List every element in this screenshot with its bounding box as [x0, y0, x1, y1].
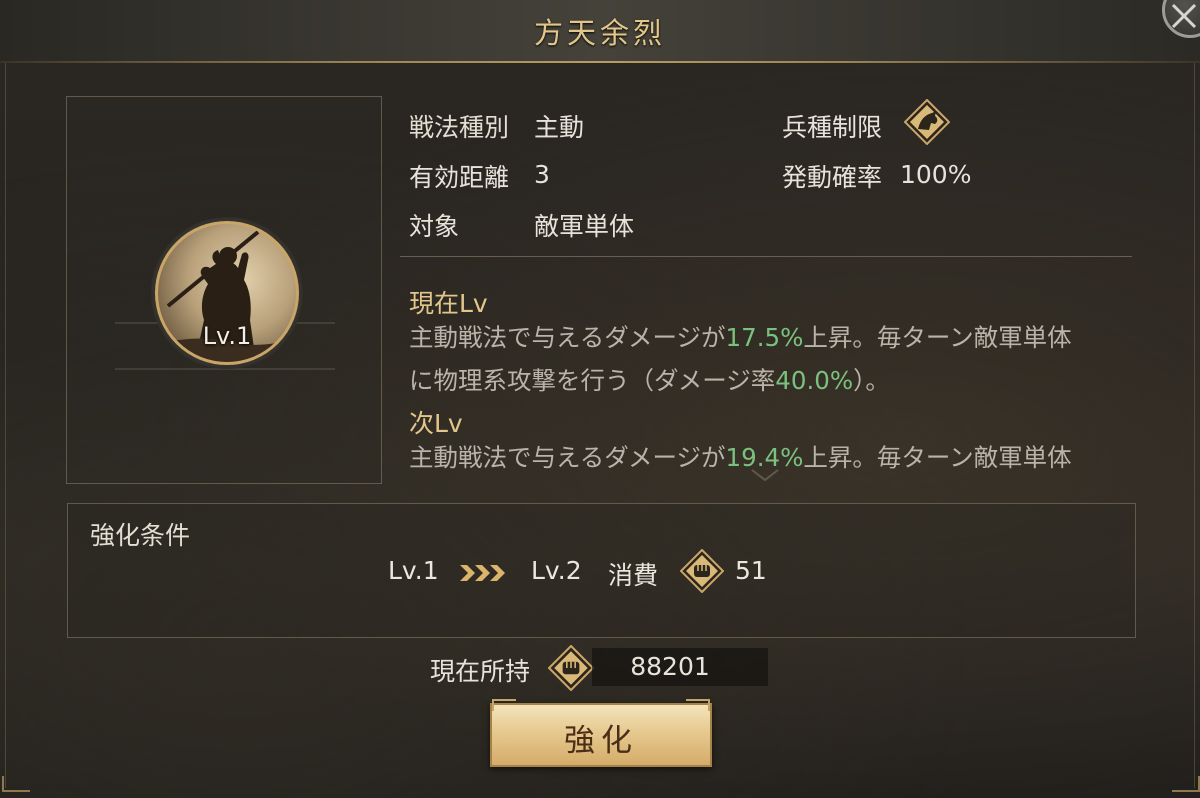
- skill-level-label: Lv.1: [202, 322, 252, 350]
- skill-icon[interactable]: Lv.1: [155, 221, 299, 365]
- activation-rate-label: 発動確率: [782, 163, 883, 192]
- current-desc-line-1: 主動戦法で与えるダメージが17.5%上昇。毎ターン敵軍単体: [409, 323, 1072, 352]
- range-label: 有効距離: [409, 163, 510, 192]
- info-divider: [400, 256, 1132, 257]
- to-level: Lv.2: [531, 556, 582, 585]
- current-damage-increase: 17.5%: [725, 323, 804, 352]
- enhance-button-label: 強化: [564, 723, 638, 759]
- close-icon: [1171, 3, 1197, 29]
- cost-label: 消費: [608, 561, 659, 590]
- owned-label: 現在所持: [430, 657, 531, 686]
- activation-rate-value: 100%: [900, 160, 972, 189]
- upgrade-conditions-title: 強化条件: [90, 521, 191, 550]
- enhance-button[interactable]: 強化: [490, 699, 712, 767]
- target-value: 敵軍単体: [534, 212, 635, 241]
- from-level: Lv.1: [388, 556, 439, 585]
- fist-token-icon: [548, 645, 594, 691]
- unit-restriction-label: 兵種制限: [782, 113, 883, 142]
- cost-value: 51: [735, 556, 767, 585]
- owned-amount-box: 88201: [592, 648, 768, 686]
- level-arrow-icon: [460, 565, 505, 581]
- current-level-header: 現在Lv: [409, 289, 488, 318]
- cavalry-icon[interactable]: [904, 99, 950, 145]
- current-level-description: 主動戦法で与えるダメージが17.5%上昇。毎ターン敵軍単体 に物理系攻撃を行う（…: [409, 316, 1129, 402]
- upgrade-conditions-panel: 強化条件 Lv.1 Lv.2 消費 51: [67, 503, 1136, 638]
- skill-type-label: 戦法種別: [409, 113, 510, 142]
- corner-ornament-right: [1172, 776, 1200, 792]
- scroll-down-icon[interactable]: [740, 466, 790, 486]
- skill-type-value: 主動: [534, 113, 585, 142]
- dialog-title: 方天余烈: [533, 16, 666, 50]
- fist-token-icon: [680, 549, 724, 593]
- corner-ornament-left: [2, 776, 30, 792]
- range-value: 3: [534, 160, 550, 189]
- skill-icon-panel: Lv.1: [66, 96, 382, 484]
- next-level-header: 次Lv: [409, 409, 463, 438]
- target-label: 対象: [409, 212, 460, 241]
- current-damage-rate: 40.0%: [775, 366, 854, 395]
- owned-amount: 88201: [630, 652, 710, 681]
- skill-type-row: 戦法種別: [409, 108, 509, 144]
- current-desc-line-2: に物理系攻撃を行う（ダメージ率40.0%）。: [409, 366, 890, 395]
